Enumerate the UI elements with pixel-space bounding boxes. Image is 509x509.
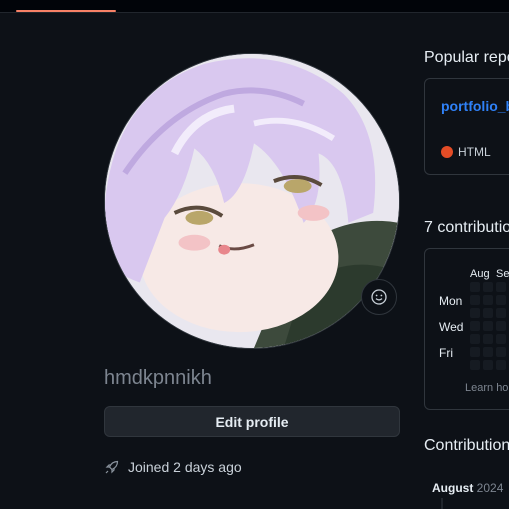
contribution-cell[interactable] bbox=[496, 295, 506, 305]
contribution-cell[interactable] bbox=[483, 360, 493, 370]
joined-text: Joined 2 days ago bbox=[128, 459, 242, 475]
contribution-cell[interactable] bbox=[470, 282, 480, 292]
contribution-cell[interactable] bbox=[483, 308, 493, 318]
contribution-cell[interactable] bbox=[496, 360, 506, 370]
popular-repos-title: Popular repo bbox=[424, 49, 509, 66]
set-status-button[interactable] bbox=[361, 279, 397, 315]
contribution-cell[interactable] bbox=[470, 308, 480, 318]
contribution-cell[interactable] bbox=[496, 321, 506, 331]
activity-year: 2024 bbox=[476, 481, 504, 495]
activity-month: August 2024 bbox=[432, 481, 503, 495]
contribution-cell[interactable] bbox=[470, 360, 480, 370]
username: hmdkpnnikh bbox=[104, 367, 212, 389]
contribution-cell[interactable] bbox=[470, 347, 480, 357]
avatar-image bbox=[105, 54, 399, 348]
smiley-icon bbox=[371, 289, 387, 305]
contribution-activity-title: Contribution bbox=[424, 437, 509, 454]
day-label-fri: Fri bbox=[439, 346, 453, 360]
contribution-cell[interactable] bbox=[496, 308, 506, 318]
contribution-graph: Aug Se Mon Wed Fri Learn ho bbox=[424, 248, 509, 410]
contribution-cell[interactable] bbox=[470, 295, 480, 305]
joined-info: Joined 2 days ago bbox=[104, 459, 242, 475]
repo-language: HTML bbox=[441, 145, 491, 159]
day-label-mon: Mon bbox=[439, 294, 463, 308]
contribution-cell[interactable] bbox=[483, 321, 493, 331]
activity-month-name: August bbox=[432, 481, 474, 495]
contribution-cell[interactable] bbox=[483, 295, 493, 305]
avatar[interactable] bbox=[104, 53, 400, 349]
contribution-cell[interactable] bbox=[470, 334, 480, 344]
learn-link[interactable]: Learn ho bbox=[465, 382, 508, 394]
language-label: HTML bbox=[458, 145, 491, 159]
language-color-dot bbox=[441, 146, 453, 158]
month-label-sep: Se bbox=[496, 268, 509, 280]
contribution-cell[interactable] bbox=[496, 334, 506, 344]
contribution-cell[interactable] bbox=[483, 282, 493, 292]
timeline-line bbox=[441, 498, 443, 509]
repo-card: portfolio_b HTML bbox=[424, 78, 509, 175]
contribution-cell[interactable] bbox=[470, 321, 480, 331]
rocket-icon bbox=[105, 460, 119, 474]
active-tab-indicator bbox=[16, 10, 116, 12]
contributions-title: 7 contributio bbox=[424, 219, 509, 236]
contribution-cell[interactable] bbox=[483, 334, 493, 344]
contribution-cell[interactable] bbox=[483, 347, 493, 357]
top-navigation-bar bbox=[0, 0, 509, 13]
repo-link[interactable]: portfolio_b bbox=[441, 98, 509, 114]
month-label-aug: Aug bbox=[470, 268, 490, 280]
day-label-wed: Wed bbox=[439, 320, 464, 334]
contribution-cell[interactable] bbox=[496, 282, 506, 292]
edit-profile-button[interactable]: Edit profile bbox=[104, 406, 400, 437]
contribution-cell[interactable] bbox=[496, 347, 506, 357]
